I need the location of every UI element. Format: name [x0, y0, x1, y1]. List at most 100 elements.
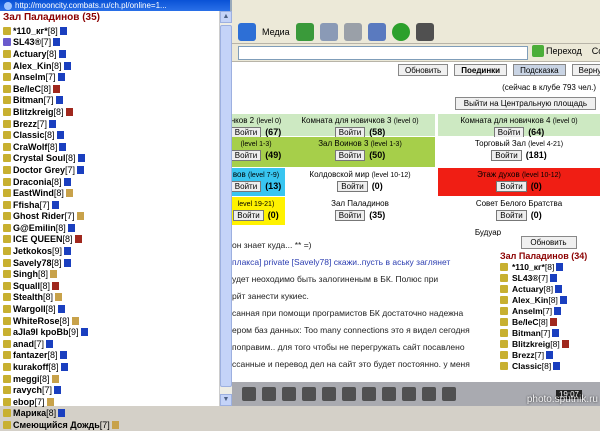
enter-room-button[interactable]: Войти — [337, 181, 368, 192]
user-info-icon[interactable] — [59, 142, 67, 151]
exit-central-square-button[interactable]: Выйти на Центральную площадь — [454, 97, 596, 110]
alignment-icon[interactable] — [3, 374, 11, 383]
alignment-icon[interactable] — [3, 409, 11, 418]
popup-user-row[interactable]: Savely78 [8] — [3, 257, 230, 269]
popup-user-row[interactable]: kurakoff [8] — [3, 361, 230, 373]
user-nick[interactable]: kurakoff — [13, 362, 49, 372]
alignment-icon[interactable] — [500, 317, 508, 326]
alignment-icon[interactable] — [3, 154, 11, 163]
user-nick[interactable]: SL43® — [512, 273, 539, 283]
user-nick[interactable]: fantazer — [13, 350, 48, 360]
scroll-icon[interactable] — [342, 387, 356, 401]
user-nick[interactable]: Марика — [13, 408, 46, 418]
user-nick[interactable]: Ghost Rider — [13, 211, 65, 221]
user-info-icon[interactable] — [53, 84, 61, 93]
alignment-icon[interactable] — [500, 339, 508, 348]
user-info-icon[interactable] — [57, 305, 65, 314]
user-nick[interactable]: *110_кг* — [512, 262, 545, 272]
enter-room-button[interactable]: Войти — [496, 210, 527, 221]
enter-room-button[interactable]: Войти — [230, 150, 262, 161]
user-nick[interactable]: Squall — [13, 281, 40, 291]
exit-icon[interactable] — [442, 387, 456, 401]
user-nick[interactable]: Be/IeC — [13, 84, 41, 94]
hint-button[interactable]: Подсказка — [513, 64, 566, 76]
user-info-icon[interactable] — [58, 409, 66, 418]
user-info-icon[interactable] — [561, 339, 569, 348]
right-user-row[interactable]: Blitzkreig [8] — [497, 338, 600, 349]
research-icon[interactable] — [415, 22, 434, 41]
address-input[interactable] — [238, 46, 528, 60]
enter-room-button[interactable]: Войти — [334, 210, 366, 221]
alignment-icon[interactable] — [500, 361, 508, 370]
alignment-icon[interactable] — [500, 350, 508, 359]
user-nick[interactable]: Ffisha — [13, 200, 40, 210]
popup-user-row[interactable]: Wargoll [8] — [3, 303, 230, 315]
user-info-icon[interactable] — [77, 165, 85, 174]
alignment-icon[interactable] — [3, 397, 11, 406]
popup-user-row[interactable]: Doctor Grey [7] — [3, 164, 230, 176]
right-user-row[interactable]: Classic [8] — [497, 360, 600, 371]
popup-user-row[interactable]: G@Emilin [8] — [3, 222, 230, 234]
user-nick[interactable]: Classic — [512, 361, 542, 371]
user-nick[interactable]: ICE QUEEN — [13, 234, 63, 244]
user-info-icon[interactable] — [80, 328, 88, 337]
media-icon[interactable] — [238, 22, 256, 41]
popup-user-row[interactable]: anad [7] — [3, 338, 230, 350]
user-info-icon[interactable] — [54, 386, 62, 395]
history-icon[interactable] — [295, 22, 314, 41]
popup-user-row[interactable]: Singh [8] — [3, 268, 230, 280]
clear-icon[interactable] — [262, 387, 276, 401]
user-nick[interactable]: Savely78 — [13, 258, 52, 268]
user-info-icon[interactable] — [50, 270, 58, 279]
user-nick[interactable]: Anselm — [13, 72, 46, 82]
user-nick[interactable]: Crystal Soul — [13, 153, 66, 163]
popup-user-row[interactable]: ravych [7] — [3, 384, 230, 396]
enter-room-button[interactable]: Войти — [496, 181, 527, 192]
user-info-icon[interactable] — [49, 119, 57, 128]
user-info-icon[interactable] — [74, 235, 82, 244]
popup-user-row[interactable]: SL43® [7] — [3, 37, 230, 49]
alignment-icon[interactable] — [3, 177, 11, 186]
user-nick[interactable]: Classic — [13, 130, 45, 140]
user-nick[interactable]: ravych — [13, 385, 42, 395]
user-info-icon[interactable] — [46, 397, 54, 406]
user-info-icon[interactable] — [56, 131, 64, 140]
links-label[interactable]: Ссылк — [592, 46, 600, 56]
smile-icon[interactable] — [282, 387, 296, 401]
back-button[interactable]: Вернуться — [571, 64, 600, 76]
user-nick[interactable]: Doctor Grey — [13, 165, 65, 175]
translit-icon[interactable] — [322, 387, 336, 401]
enter-room-button[interactable]: Войти — [491, 150, 522, 161]
alignment-icon[interactable] — [3, 212, 11, 221]
right-refresh-button[interactable]: Обновить — [520, 236, 577, 249]
popup-user-row[interactable]: meggi [8] — [3, 373, 230, 385]
alignment-icon[interactable] — [3, 316, 11, 325]
user-info-icon[interactable] — [552, 328, 560, 337]
user-nick[interactable]: Brezz — [13, 119, 37, 129]
settings-icon[interactable] — [302, 387, 316, 401]
alignment-icon[interactable] — [3, 305, 11, 314]
popup-user-row[interactable]: Crystal Soul [8] — [3, 153, 230, 165]
user-info-icon[interactable] — [64, 247, 72, 256]
sound-icon[interactable] — [362, 387, 376, 401]
user-nick[interactable]: EastWind — [13, 188, 54, 198]
user-nick[interactable]: Anselm — [512, 306, 543, 316]
popup-user-row[interactable]: Смеющийся Дождь [7] — [3, 419, 230, 431]
right-user-row[interactable]: SL43® [7] — [497, 272, 600, 283]
popup-user-row[interactable]: Ghost Rider [7] — [3, 211, 230, 223]
popup-user-row[interactable]: Stealth [8] — [3, 292, 230, 304]
popup-user-row[interactable]: ICE QUEEN [8] — [3, 234, 230, 246]
popup-user-row[interactable]: Jetkokos [9] — [3, 245, 230, 257]
alignment-icon[interactable] — [3, 119, 11, 128]
user-info-icon[interactable] — [55, 293, 63, 302]
alignment-icon[interactable] — [3, 73, 11, 82]
chat-filter-icon[interactable] — [242, 387, 256, 401]
popup-user-row[interactable]: Марика [8] — [3, 408, 230, 420]
user-nick[interactable]: Brezz — [512, 350, 535, 360]
user-nick[interactable]: SL43® — [13, 37, 41, 47]
user-info-icon[interactable] — [63, 258, 71, 267]
user-nick[interactable]: Blitzkreig — [13, 107, 54, 117]
edit-icon[interactable] — [367, 22, 386, 41]
alignment-icon[interactable] — [500, 306, 508, 315]
map-icon[interactable] — [422, 387, 436, 401]
